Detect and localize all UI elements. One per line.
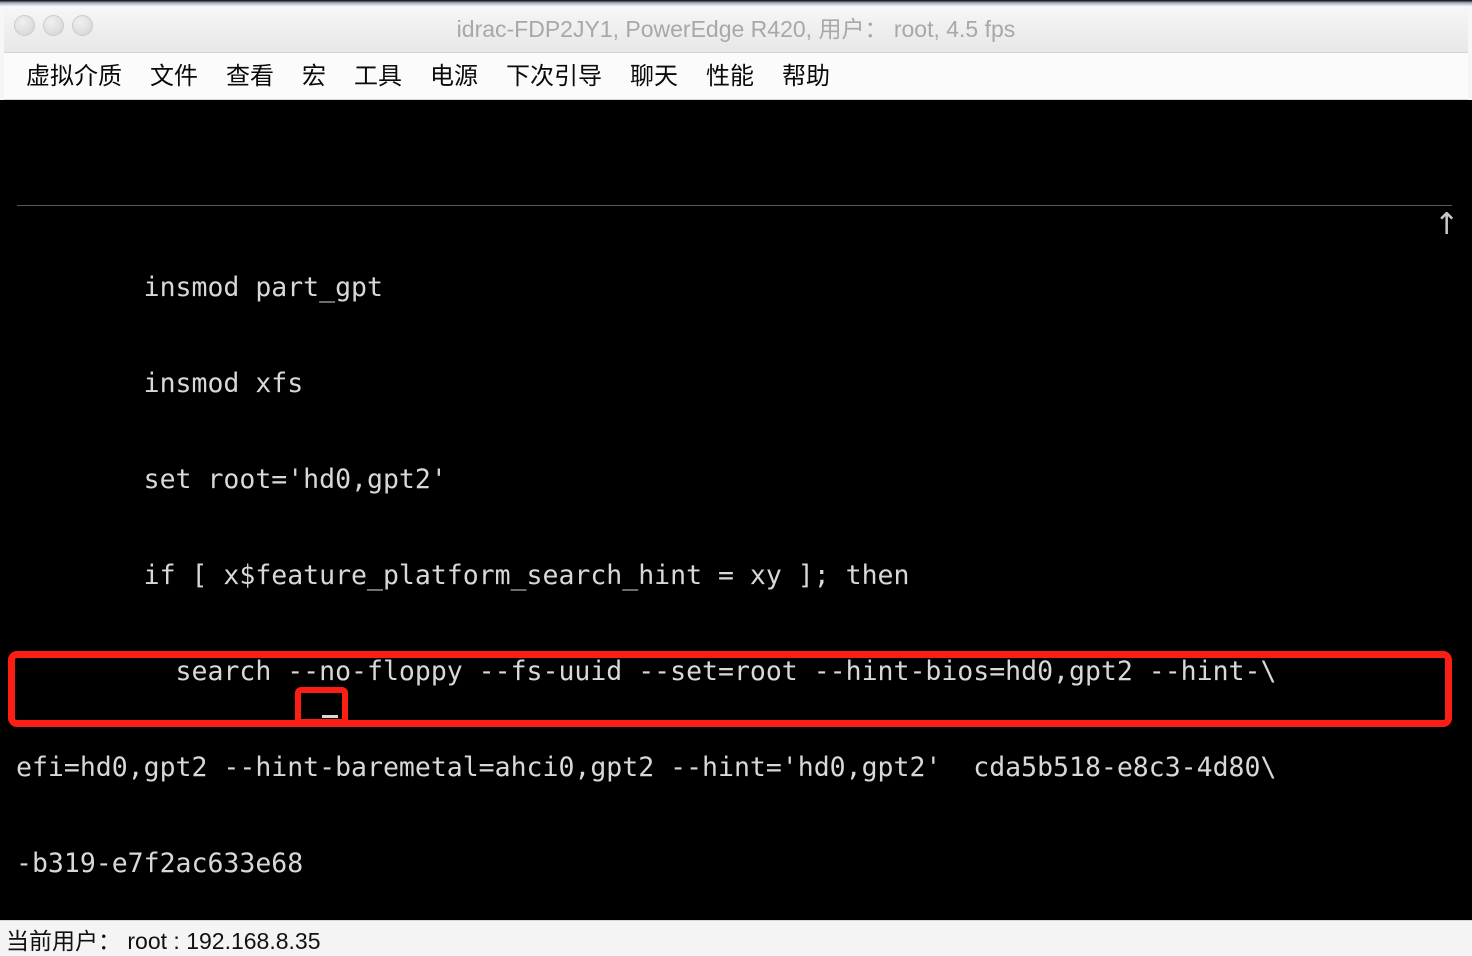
console-line: search --no-floppy --fs-uuid --set=root … <box>16 656 1277 687</box>
menu-chat[interactable]: 聊天 <box>616 54 692 99</box>
console-line: insmod part_gpt <box>16 272 383 303</box>
window-title: idrac-FDP2JY1, PowerEdge R420, 用户： root,… <box>456 16 1016 42</box>
status-bar: 当前用户： root : 192.168.8.35 <box>0 920 1472 956</box>
menu-performance[interactable]: 性能 <box>692 54 768 99</box>
menu-power[interactable]: 电源 <box>416 54 492 99</box>
menu-bar: 虚拟介质 文件 查看 宏 工具 电源 下次引导 聊天 性能 帮助 <box>4 53 1468 100</box>
console-line: set root='hd0,gpt2' <box>16 464 447 495</box>
remote-console-screen[interactable]: ↑ insmod part_gpt insmod xfs set root='h… <box>0 100 1472 912</box>
menu-next-boot[interactable]: 下次引导 <box>492 54 616 99</box>
idrac-virtual-console-window: idrac-FDP2JY1, PowerEdge R420, 用户： root,… <box>0 0 1472 956</box>
console-line: if [ x$feature_platform_search_hint = xy… <box>16 560 910 591</box>
menu-macros[interactable]: 宏 <box>288 54 340 99</box>
console-line: insmod xfs <box>16 368 304 399</box>
menu-file[interactable]: 文件 <box>136 54 212 99</box>
menu-tools[interactable]: 工具 <box>340 54 416 99</box>
menu-virtual-media[interactable]: 虚拟介质 <box>12 54 136 99</box>
menu-view[interactable]: 查看 <box>212 54 288 99</box>
window-chrome: idrac-FDP2JY1, PowerEdge R420, 用户： root,… <box>0 0 1472 100</box>
grub-edit-top-border <box>17 205 1452 206</box>
current-user-status: 当前用户： root : 192.168.8.35 <box>6 927 321 954</box>
console-line: efi=hd0,gpt2 --hint-baremetal=ahci0,gpt2… <box>16 752 1277 783</box>
title-bar[interactable]: idrac-FDP2JY1, PowerEdge R420, 用户： root,… <box>4 6 1468 53</box>
menu-help[interactable]: 帮助 <box>768 54 844 99</box>
grub-edit-text: insmod part_gpt insmod xfs set root='hd0… <box>16 208 1456 912</box>
console-line: -b319-e7f2ac633e68 <box>16 848 304 879</box>
